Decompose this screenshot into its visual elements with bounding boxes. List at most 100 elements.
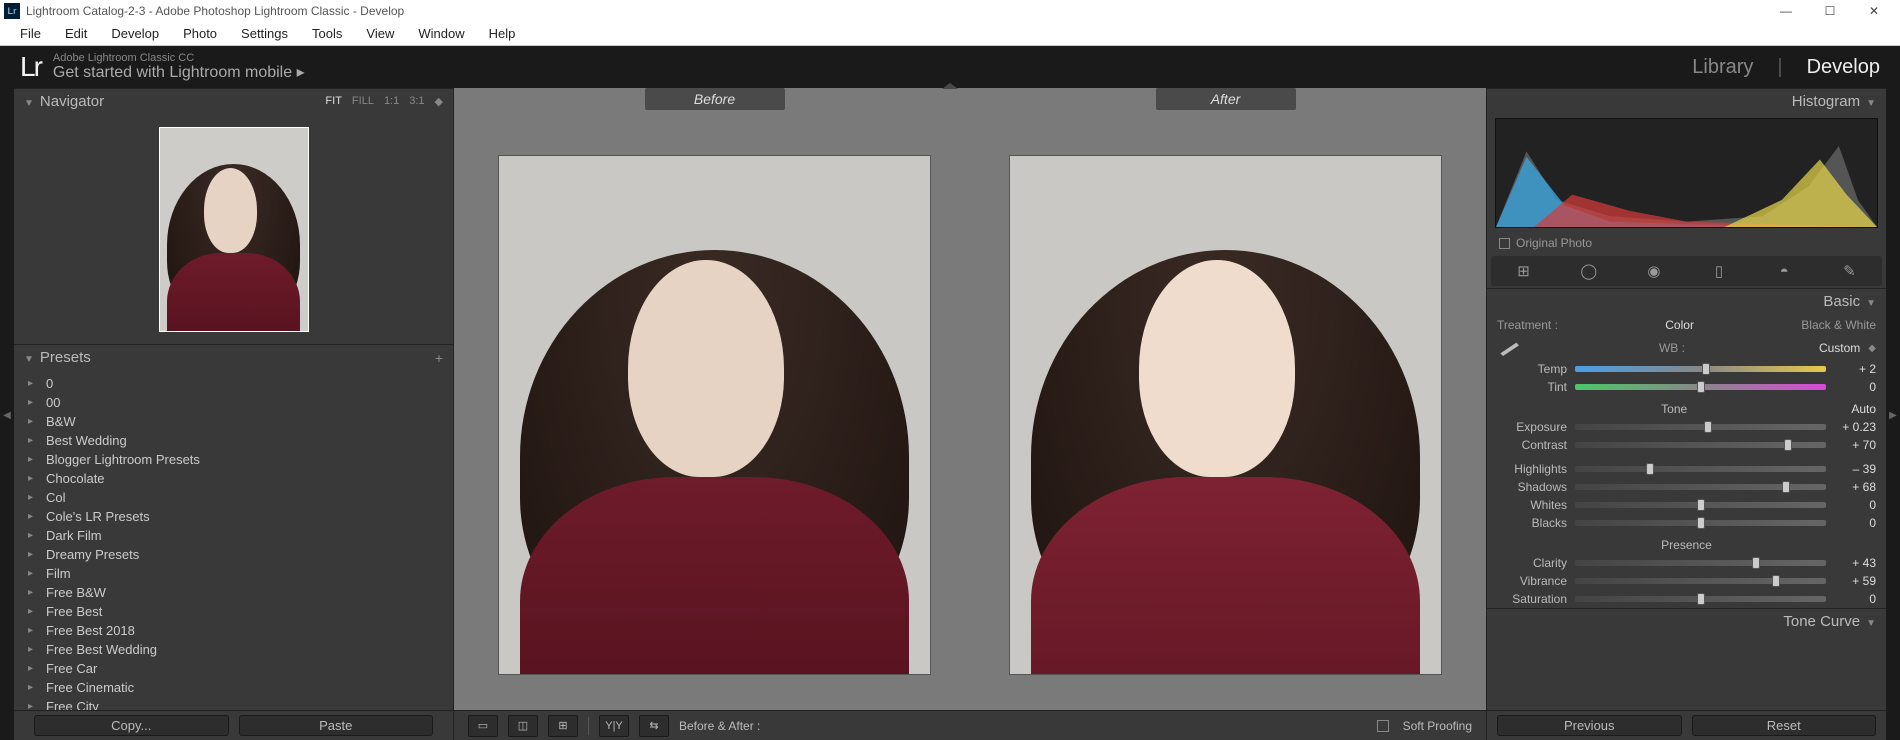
- wb-value[interactable]: Custom: [1819, 341, 1860, 355]
- zoom-1-1[interactable]: 1:1: [384, 95, 399, 108]
- menu-edit[interactable]: Edit: [53, 26, 99, 41]
- right-edge-toggle[interactable]: [1886, 88, 1900, 740]
- navigator-preview[interactable]: [14, 114, 453, 344]
- survey-view-icon[interactable]: ⊞: [548, 715, 578, 737]
- swap-icon[interactable]: Y|Y: [599, 715, 629, 737]
- basic-header[interactable]: Basic: [1487, 288, 1886, 314]
- menu-tools[interactable]: Tools: [300, 26, 354, 41]
- menu-file[interactable]: File: [8, 26, 53, 41]
- shadows-slider[interactable]: [1575, 484, 1826, 490]
- minimize-icon[interactable]: —: [1764, 0, 1808, 22]
- temp-value[interactable]: + 2: [1834, 362, 1876, 376]
- histogram-display[interactable]: [1495, 118, 1878, 228]
- highlights-value[interactable]: – 39: [1834, 462, 1876, 476]
- menu-photo[interactable]: Photo: [171, 26, 229, 41]
- preset-item[interactable]: Dreamy Presets: [14, 545, 453, 564]
- tint-slider[interactable]: [1575, 384, 1826, 390]
- preset-item[interactable]: Chocolate: [14, 469, 453, 488]
- brush-tool-icon[interactable]: ✎: [1828, 259, 1870, 283]
- shadows-value[interactable]: + 68: [1834, 480, 1876, 494]
- temp-slider[interactable]: [1575, 366, 1826, 372]
- grad-filter-icon[interactable]: ▯: [1698, 259, 1740, 283]
- treatment-color[interactable]: Color: [1558, 318, 1801, 332]
- exposure-value[interactable]: + 0.23: [1834, 420, 1876, 434]
- vibrance-slider[interactable]: [1575, 578, 1826, 584]
- preset-item[interactable]: 00: [14, 393, 453, 412]
- clarity-slider[interactable]: [1575, 560, 1826, 566]
- spot-tool-icon[interactable]: ◯: [1568, 259, 1610, 283]
- preset-item[interactable]: 0: [14, 374, 453, 393]
- whites-slider[interactable]: [1575, 502, 1826, 508]
- after-image[interactable]: [979, 120, 1472, 710]
- exposure-slider[interactable]: [1575, 424, 1826, 430]
- preset-item[interactable]: Dark Film: [14, 526, 453, 545]
- zoom-fill[interactable]: FILL: [352, 95, 374, 108]
- preset-item[interactable]: Free Best 2018: [14, 621, 453, 640]
- zoom-3-1[interactable]: 3:1: [409, 95, 424, 108]
- wb-picker-icon[interactable]: [1497, 340, 1525, 356]
- preset-item[interactable]: Free Best: [14, 602, 453, 621]
- crop-tool-icon[interactable]: ⊞: [1503, 259, 1545, 283]
- original-photo-checkbox[interactable]: [1499, 238, 1510, 249]
- contrast-value[interactable]: + 70: [1834, 438, 1876, 452]
- paste-button[interactable]: Paste: [239, 715, 434, 736]
- contrast-slider[interactable]: [1575, 442, 1826, 448]
- histogram-header[interactable]: Histogram: [1487, 88, 1886, 114]
- preset-item[interactable]: Best Wedding: [14, 431, 453, 450]
- panel-expand-icon[interactable]: [942, 83, 958, 89]
- vibrance-value[interactable]: + 59: [1834, 574, 1876, 588]
- preset-item[interactable]: Free Car: [14, 659, 453, 678]
- blacks-value[interactable]: 0: [1834, 516, 1876, 530]
- vibrance-label: Vibrance: [1497, 574, 1567, 588]
- tonecurve-header[interactable]: Tone Curve: [1487, 608, 1886, 634]
- highlights-slider[interactable]: [1575, 466, 1826, 472]
- preset-item[interactable]: B&W: [14, 412, 453, 431]
- saturation-slider[interactable]: [1575, 596, 1826, 602]
- soft-proofing-checkbox[interactable]: [1377, 720, 1389, 732]
- menu-help[interactable]: Help: [477, 26, 528, 41]
- tint-value[interactable]: 0: [1834, 380, 1876, 394]
- wb-menu-icon[interactable]: ◆: [1868, 343, 1876, 354]
- mobile-link[interactable]: Get started with Lightroom mobile ▸: [53, 64, 305, 82]
- radial-filter-icon[interactable]: ◓: [1763, 259, 1805, 283]
- blacks-slider[interactable]: [1575, 520, 1826, 526]
- close-icon[interactable]: ✕: [1852, 0, 1896, 22]
- whites-value[interactable]: 0: [1834, 498, 1876, 512]
- preset-item[interactable]: Free City: [14, 697, 453, 710]
- redeye-tool-icon[interactable]: ◉: [1633, 259, 1675, 283]
- copy-button[interactable]: Copy...: [34, 715, 229, 736]
- menu-settings[interactable]: Settings: [229, 26, 300, 41]
- menu-develop[interactable]: Develop: [99, 26, 171, 41]
- preset-item[interactable]: Film: [14, 564, 453, 583]
- loupe-view-icon[interactable]: ▭: [468, 715, 498, 737]
- clarity-value[interactable]: + 43: [1834, 556, 1876, 570]
- chevron-down-icon: [24, 93, 34, 110]
- preset-item[interactable]: Free Best Wedding: [14, 640, 453, 659]
- preset-item[interactable]: Free B&W: [14, 583, 453, 602]
- menu-view[interactable]: View: [354, 26, 406, 41]
- preset-item[interactable]: Blogger Lightroom Presets: [14, 450, 453, 469]
- preset-item[interactable]: Cole's LR Presets: [14, 507, 453, 526]
- saturation-value[interactable]: 0: [1834, 592, 1876, 606]
- before-image[interactable]: [468, 120, 961, 710]
- previous-button[interactable]: Previous: [1497, 715, 1682, 736]
- preset-item[interactable]: Col: [14, 488, 453, 507]
- presets-header[interactable]: Presets +: [14, 344, 453, 370]
- menu-window[interactable]: Window: [406, 26, 476, 41]
- preset-item[interactable]: Free Cinematic: [14, 678, 453, 697]
- before-after-label: Before & After :: [679, 719, 760, 733]
- navigator-header[interactable]: Navigator FIT FILL 1:1 3:1 ◆: [14, 88, 453, 114]
- module-develop[interactable]: Develop: [1807, 56, 1880, 79]
- zoom-fit[interactable]: FIT: [325, 95, 342, 108]
- compare-view-icon[interactable]: ◫: [508, 715, 538, 737]
- treatment-bw[interactable]: Black & White: [1801, 318, 1876, 332]
- module-library[interactable]: Library: [1692, 56, 1753, 79]
- reset-button[interactable]: Reset: [1692, 715, 1877, 736]
- maximize-icon[interactable]: ☐: [1808, 0, 1852, 22]
- left-edge-toggle[interactable]: [0, 88, 14, 740]
- copy-before-icon[interactable]: ⇆: [639, 715, 669, 737]
- zoom-menu-icon[interactable]: ◆: [435, 95, 443, 108]
- add-preset-icon[interactable]: +: [435, 350, 443, 366]
- original-photo-label: Original Photo: [1516, 236, 1592, 250]
- auto-tone-button[interactable]: Auto: [1851, 402, 1876, 416]
